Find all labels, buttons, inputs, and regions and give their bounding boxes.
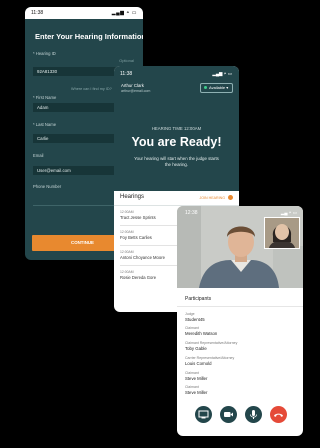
participant-name: Meredith Watson [185,331,218,336]
end-call-icon [274,413,283,417]
hearing-id-label: * Hearing ID [33,51,56,56]
hearings-header: Hearings JOIN HEARING [114,191,239,206]
video-call-screen: 12:38 ▂▄ ◓ ▭ Participants Judge Student4… [177,206,303,436]
ready-message: Your hearing will start when the judge s… [134,156,219,167]
user-email: arthur@email.com [121,89,151,93]
participant-name: Steve Miller [185,376,208,381]
divider [177,306,303,307]
microphone-icon [250,410,257,419]
divider [120,225,178,226]
optional-hint: Optional [119,58,134,63]
participant-role: Claimant [185,326,199,330]
list-item[interactable]: 12:00AM Antoni Choyance Moore [120,250,178,260]
participant-role: Judge [185,312,195,316]
list-item[interactable]: 12:00AM Rosie Dereda Gore [120,270,178,280]
participant-name: Steve Miller [185,390,208,395]
hearing-name: Tract Jesse Sprints [120,215,156,220]
join-hearing-link[interactable]: JOIN HEARING [199,196,225,200]
participant-name: Student45 [185,317,205,322]
email-label: Email [33,153,44,158]
camera-icon [224,412,233,417]
participant-role: Carrier Representative/Attorney [185,356,235,360]
screen-share-button[interactable] [195,406,212,423]
join-arrow-icon[interactable] [228,195,233,200]
user-name: Arthur Clark [121,83,144,88]
hearing-time: 12:00AM [120,230,134,234]
status-time: 11:38 [120,71,133,77]
participant-role: Claimant Representative/Attorney [185,341,238,345]
hearing-time: HEARING TIME 12:00AM [151,126,202,131]
screen-share-icon [198,410,209,419]
hearing-name: Antoni Choyance Moore [120,255,165,260]
status-time: 11:38 [31,10,44,16]
self-view-image [265,218,299,248]
last-name-label: * Last Name [33,122,57,127]
hearing-name: Rosie Dereda Gore [120,275,157,280]
main-video: 12:38 ▂▄ ◓ ▭ [177,206,303,288]
participant-name: Louis Cornold [185,361,212,366]
hearing-time: 12:00AM [120,210,134,214]
hearing-name: Foy Betts Carlies [120,235,152,240]
participants-heading: Participants [185,296,212,302]
participant-role: Claimant [185,385,199,389]
first-name-label: * First Name [33,95,57,100]
status-time: 12:38 [185,210,198,216]
hearing-time: 12:00AM [120,250,134,254]
signal-wifi-battery-icon: ▂▄▆ ◓ ▭ [212,71,232,76]
participant-role: Claimant [185,371,199,375]
status-bar: 11:38 ▂▄▆ ◓ ▭ [25,7,143,19]
form-title: Enter Your Hearing Information [35,32,143,41]
phone-label: Phone Number [33,184,62,189]
microphone-button[interactable] [245,406,262,423]
self-view-video[interactable] [264,217,300,249]
participant-name: Toby Gable [185,346,207,351]
status-dot-icon [204,86,207,90]
hearing-time: 12:00AM [120,270,134,274]
availability-label: Available [209,85,226,90]
camera-button[interactable] [220,406,237,423]
availability-dropdown[interactable]: Available ▾ [200,83,233,93]
hearings-label: Hearings [120,194,145,200]
ready-panel: 11:38 ▂▄▆ ◓ ▭ Arthur Clark arthur@email.… [114,66,239,191]
list-item[interactable]: 12:00AM Foy Betts Carlies [120,230,178,240]
signal-wifi-battery-icon: ▂▄ ◓ ▭ [280,210,297,215]
find-id-link[interactable]: Where can I find my ID? [71,87,112,91]
ready-title: You are Ready! [131,135,222,149]
list-item[interactable]: 12:00AM Tract Jesse Sprints [120,210,178,220]
end-call-button[interactable] [270,406,287,423]
signal-wifi-battery-icon: ▂▄▆ ◓ ▭ [111,10,137,16]
divider [120,245,178,246]
divider [120,265,178,266]
